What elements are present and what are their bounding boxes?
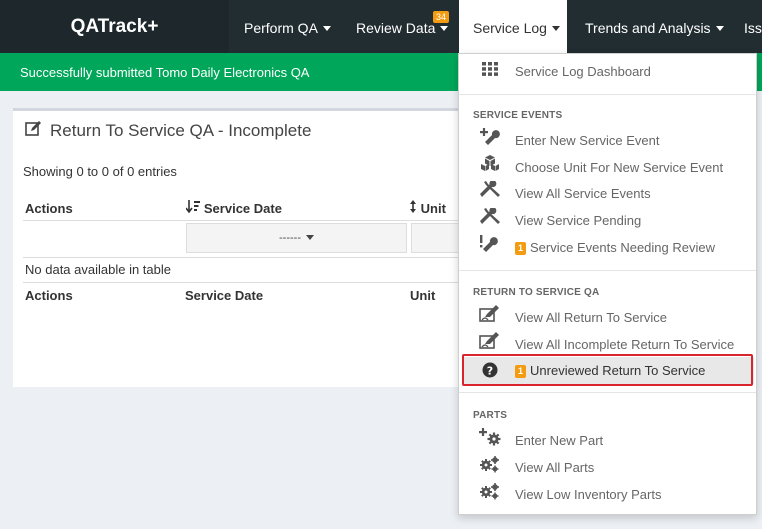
success-alert-text: Successfully submitted Tomo Daily Electr… [20, 65, 310, 80]
review-badge: 1 [515, 242, 527, 255]
sort-both-icon [409, 200, 421, 216]
signed-edit-icon [479, 305, 501, 332]
edit-icon [25, 121, 42, 141]
col-header-service-date-label: Service Date [203, 201, 282, 216]
filter-divider [23, 257, 473, 258]
footer-col-service-date: Service Date [185, 288, 264, 303]
grid-icon [479, 59, 501, 85]
service-log-dropdown: Service Log Dashboard SERVICE EVENTS Ent… [458, 53, 757, 515]
menu-view-all-rts[interactable]: View All Return To Service [459, 305, 756, 331]
caret-down-icon [322, 25, 331, 31]
menu-label: View All Parts [515, 460, 595, 475]
menu-enter-new-part[interactable]: Enter New Part [459, 428, 756, 454]
menu-choose-unit[interactable]: Choose Unit For New Service Event [459, 155, 756, 181]
service-events-header: SERVICE EVENTS [473, 110, 563, 121]
sort-desc-icon [185, 200, 204, 216]
cogs-icon [479, 455, 501, 482]
plus-wrench-icon [479, 128, 501, 155]
menu-label: 1 Service Events Needing Review [515, 235, 715, 261]
nav-review-data[interactable]: Review Data 34 [356, 0, 451, 53]
plus-cogs-icon [479, 428, 501, 455]
footer-col-actions: Actions [25, 288, 73, 303]
nav-perform-qa[interactable]: Perform QA [244, 0, 331, 53]
menu-divider [459, 392, 756, 393]
caret-down-icon [715, 25, 724, 31]
menu-view-low-inventory-parts[interactable]: View Low Inventory Parts [459, 482, 756, 508]
menu-enter-new-service-event[interactable]: Enter New Service Event [459, 128, 756, 154]
brand-logo[interactable]: QATrack+ [0, 0, 229, 53]
parts-header: PARTS [473, 410, 508, 421]
col-header-unit-label: Unit [420, 201, 446, 216]
menu-view-all-service-events[interactable]: View All Service Events [459, 180, 756, 208]
top-navbar: QATrack+ Perform QA Review Data 34 Servi… [0, 0, 762, 53]
body-divider [23, 282, 473, 283]
footer-col-unit: Unit [410, 288, 436, 303]
nav-service-log[interactable]: Service Log [459, 0, 567, 53]
menu-label: Choose Unit For New Service Event [515, 160, 724, 175]
box-title-text: Return To Service QA - Incomplete [50, 121, 312, 140]
menu-label-text: Service Events Needing Review [530, 240, 715, 255]
rts-incomplete-box: Return To Service QA - Incomplete Showin… [13, 108, 483, 387]
caret-down-icon [551, 25, 560, 31]
rts-header: RETURN TO SERVICE QA [473, 287, 600, 298]
service-date-filter-value: ------ [279, 232, 301, 244]
menu-divider [459, 270, 756, 271]
menu-label: Enter New Part [515, 433, 604, 448]
menu-service-log-dashboard[interactable]: Service Log Dashboard [459, 59, 756, 85]
col-header-service-date[interactable]: Service Date [185, 200, 282, 216]
no-data-message: No data available in table [25, 262, 171, 277]
wrench-screwdriver-icon [479, 207, 501, 235]
wrench-screwdriver-icon [479, 180, 501, 208]
table-info: Showing 0 to 0 of 0 entries [23, 164, 177, 179]
nav-review-data-label: Review Data [356, 20, 436, 36]
cubes-icon [479, 155, 501, 181]
service-date-filter[interactable]: ------ [186, 223, 407, 253]
nav-trends[interactable]: Trends and Analysis [585, 0, 724, 53]
menu-label: Service Log Dashboard [515, 64, 651, 79]
cogs-icon [479, 482, 501, 509]
highlight-outline [462, 354, 753, 386]
box-title: Return To Service QA - Incomplete [25, 121, 311, 141]
menu-label: Enter New Service Event [515, 133, 660, 148]
menu-label: View All Service Events [515, 186, 651, 201]
caret-down-icon [440, 25, 449, 31]
review-count-badge: 34 [432, 11, 449, 23]
menu-view-service-pending[interactable]: View Service Pending [459, 207, 756, 235]
menu-label: View All Return To Service [515, 310, 667, 325]
menu-divider [459, 94, 756, 95]
nav-trends-label: Trends and Analysis [585, 20, 711, 36]
header-divider [23, 220, 473, 221]
menu-view-all-parts[interactable]: View All Parts [459, 455, 756, 481]
caret-down-icon [305, 234, 314, 240]
nav-service-log-label: Service Log [473, 20, 547, 36]
menu-label: View Low Inventory Parts [515, 487, 662, 502]
exclamation-wrench-icon [479, 235, 501, 262]
menu-service-events-needing-review[interactable]: 1 Service Events Needing Review [459, 235, 756, 261]
nav-issues[interactable]: Iss [744, 0, 762, 53]
col-header-actions[interactable]: Actions [25, 201, 73, 216]
nav-issues-label: Iss [744, 20, 762, 36]
nav-perform-qa-label: Perform QA [244, 20, 318, 36]
col-header-unit[interactable]: Unit [409, 200, 446, 216]
menu-label: View Service Pending [515, 213, 642, 228]
